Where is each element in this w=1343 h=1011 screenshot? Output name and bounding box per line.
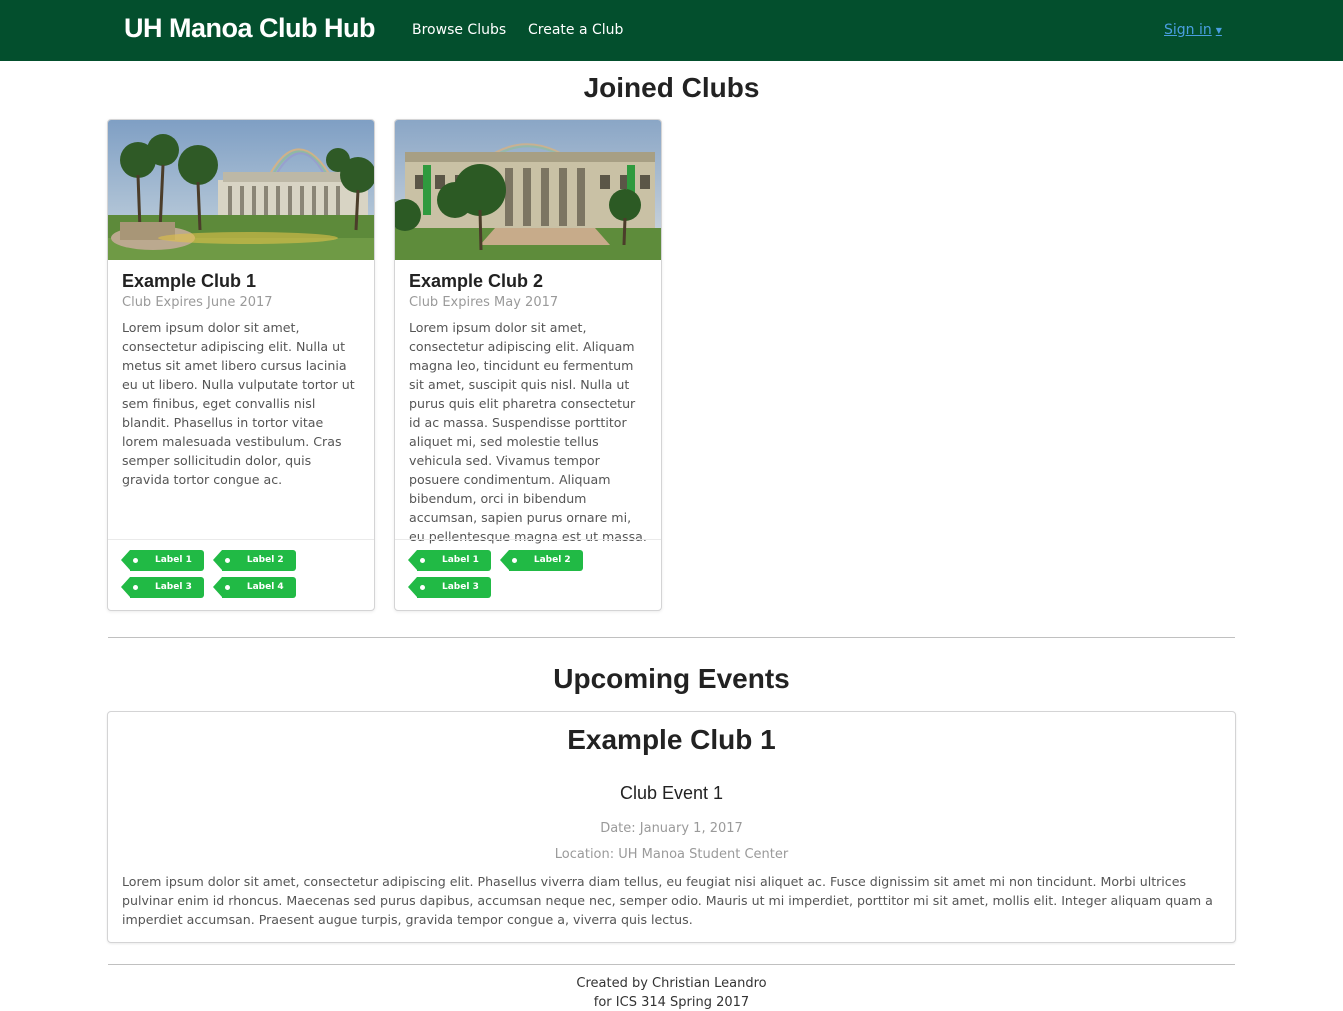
club-name[interactable]: Example Club 1 bbox=[122, 271, 360, 292]
signin-dropdown[interactable]: Sign in ▼ bbox=[1164, 22, 1222, 38]
top-navbar: UH Manoa Club Hub Browse Clubs Create a … bbox=[0, 0, 1343, 61]
club-label-tag[interactable]: Label 3 bbox=[408, 577, 491, 598]
footer: Created by Christian Leandro for ICS 314… bbox=[0, 974, 1343, 1011]
club-expiry: Club Expires June 2017 bbox=[122, 295, 273, 310]
club-label-tag[interactable]: Label 2 bbox=[212, 550, 296, 571]
nav-browse-clubs[interactable]: Browse Clubs bbox=[412, 22, 506, 38]
club-label-tag[interactable]: Label 1 bbox=[121, 550, 204, 571]
club-description: Lorem ipsum dolor sit amet, consectetur … bbox=[122, 320, 355, 487]
brand-logo[interactable]: UH Manoa Club Hub bbox=[124, 13, 375, 44]
upcoming-events-heading: Upcoming Events bbox=[553, 663, 790, 694]
club-label-tag[interactable]: Label 3 bbox=[121, 577, 204, 598]
club-card-2[interactable]: Example Club 2 Club Expires May 2017 Lor… bbox=[394, 119, 662, 611]
club-label-tag[interactable]: Label 4 bbox=[212, 577, 296, 598]
caret-down-icon: ▼ bbox=[1215, 25, 1222, 35]
event-club-name[interactable]: Example Club 1 bbox=[108, 724, 1235, 756]
club-labels: Label 1 Label 2 Label 3 Label 4 bbox=[108, 539, 374, 610]
joined-clubs-heading: Joined Clubs bbox=[583, 72, 760, 103]
club-card-image bbox=[395, 120, 661, 260]
section-divider bbox=[108, 637, 1235, 638]
club-label-tag[interactable]: Label 1 bbox=[408, 550, 491, 571]
club-labels: Label 1 Label 2 Label 3 bbox=[395, 539, 661, 610]
footer-course: for ICS 314 Spring 2017 bbox=[593, 995, 750, 1010]
club-expiry: Club Expires May 2017 bbox=[409, 295, 559, 310]
nav-create-club[interactable]: Create a Club bbox=[528, 22, 623, 38]
event-location: Location: UH Manoa Student Center bbox=[554, 847, 789, 862]
club-name[interactable]: Example Club 2 bbox=[409, 271, 647, 292]
footer-credit: Created by Christian Leandro bbox=[576, 976, 767, 991]
event-description: Lorem ipsum dolor sit amet, consectetur … bbox=[122, 874, 1213, 927]
event-title[interactable]: Club Event 1 bbox=[108, 783, 1235, 804]
event-date: Date: January 1, 2017 bbox=[600, 821, 743, 836]
signin-label: Sign in bbox=[1164, 22, 1212, 38]
event-segment: Example Club 1 Club Event 1 Date: Januar… bbox=[107, 711, 1236, 943]
club-card-1[interactable]: Example Club 1 Club Expires June 2017 Lo… bbox=[107, 119, 375, 611]
club-description: Lorem ipsum dolor sit amet, consectetur … bbox=[409, 320, 647, 544]
club-card-image bbox=[108, 120, 374, 260]
footer-divider bbox=[108, 964, 1235, 965]
club-label-tag[interactable]: Label 2 bbox=[499, 550, 583, 571]
